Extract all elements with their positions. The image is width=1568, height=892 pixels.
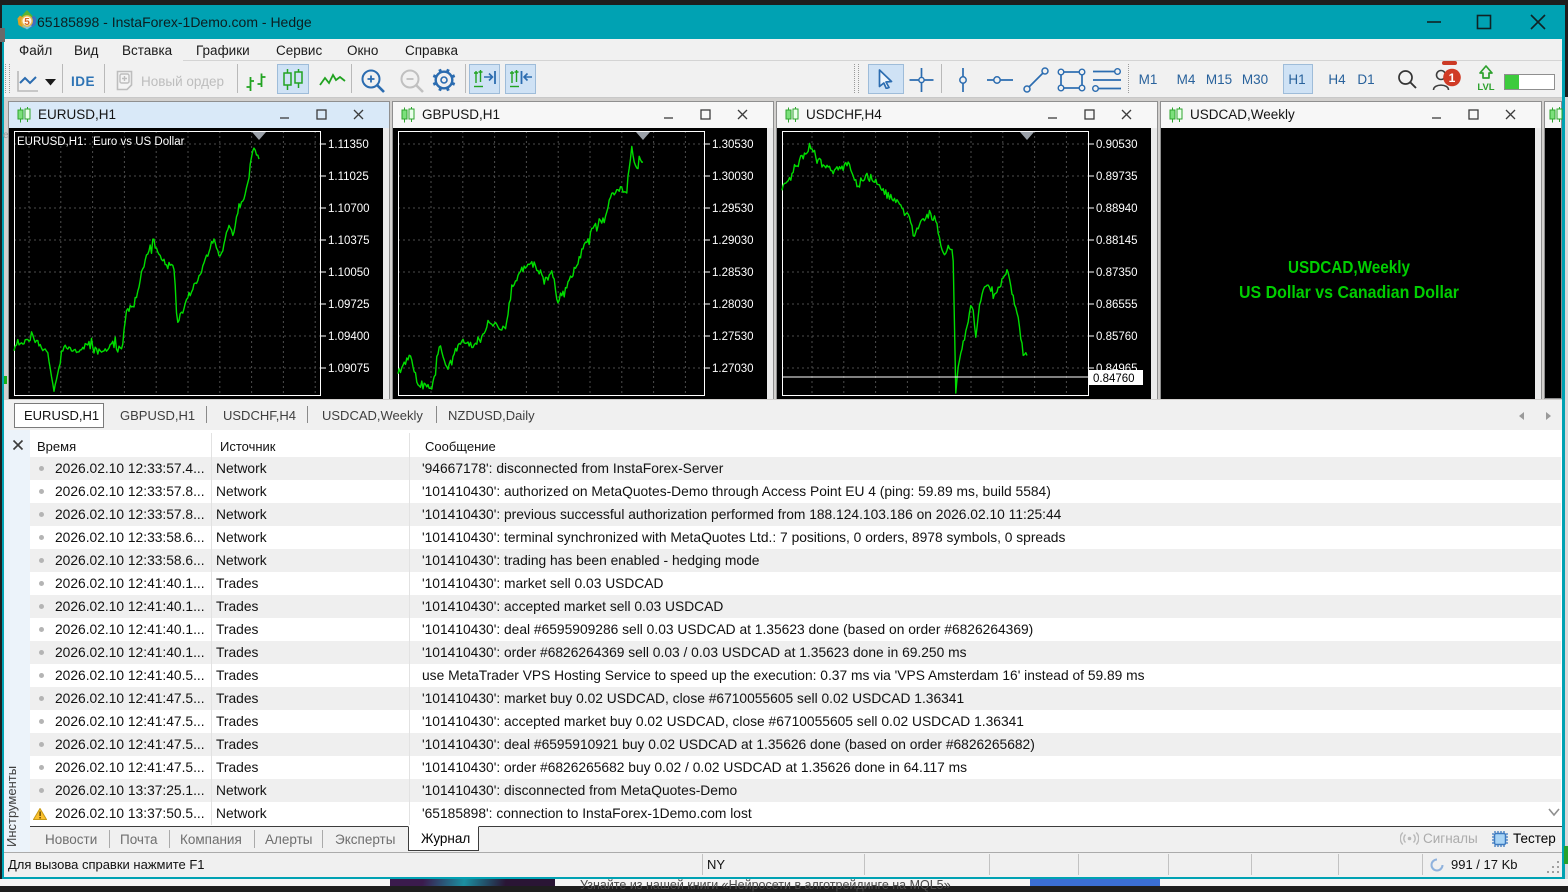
- svg-text:0.87350: 0.87350: [1096, 267, 1138, 279]
- svg-text:0.88940: 0.88940: [1096, 203, 1138, 215]
- svg-text:1.29530: 1.29530: [712, 203, 754, 215]
- svg-text:1.10700: 1.10700: [328, 203, 370, 215]
- svg-text:1.11025: 1.11025: [328, 171, 369, 183]
- svg-text:1.29030: 1.29030: [712, 235, 754, 247]
- svg-text:0.90530: 0.90530: [1096, 139, 1138, 151]
- svg-text:1.09075: 1.09075: [328, 363, 370, 375]
- svg-text:0.85760: 0.85760: [1096, 331, 1138, 343]
- svg-text:1.11350: 1.11350: [328, 139, 369, 151]
- svg-text:US Dollar vs Canadian Dollar: US Dollar vs Canadian Dollar: [1239, 282, 1459, 302]
- svg-text:LVL: LVL: [1477, 82, 1494, 91]
- svg-text:0.88145: 0.88145: [1096, 235, 1138, 247]
- svg-text:1.10050: 1.10050: [328, 267, 370, 279]
- svg-text:1.28030: 1.28030: [712, 299, 754, 311]
- svg-text:0.89735: 0.89735: [1096, 171, 1138, 183]
- svg-text:1.09400: 1.09400: [328, 331, 370, 343]
- svg-text:1.28530: 1.28530: [712, 267, 754, 279]
- svg-text:1.09725: 1.09725: [328, 299, 370, 311]
- svg-text:1.10375: 1.10375: [328, 235, 370, 247]
- svg-text:1.27030: 1.27030: [712, 363, 754, 375]
- svg-text:0.86555: 0.86555: [1096, 299, 1138, 311]
- svg-text:1: 1: [1449, 71, 1456, 85]
- svg-text:1.30030: 1.30030: [712, 171, 754, 183]
- svg-text:1.30530: 1.30530: [712, 139, 754, 151]
- svg-text:5: 5: [24, 17, 30, 28]
- svg-text:EURUSD,H1: Euro vs US Dollar: EURUSD,H1: Euro vs US Dollar: [17, 136, 185, 148]
- svg-text:1.27530: 1.27530: [712, 331, 754, 343]
- svg-text:USDCAD,Weekly: USDCAD,Weekly: [1288, 257, 1410, 277]
- svg-text:0.84760: 0.84760: [1093, 373, 1135, 385]
